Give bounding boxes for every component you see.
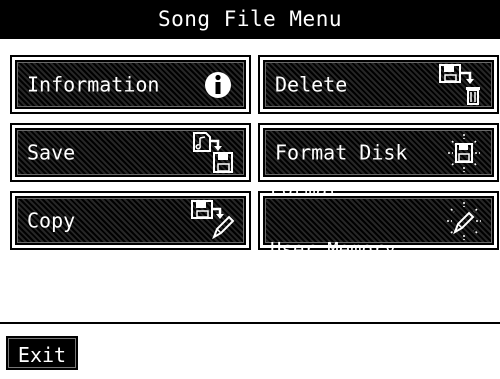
copy-label: Copy bbox=[27, 208, 76, 232]
format-user-memory-label: Format User Memory bbox=[270, 141, 396, 301]
information-button[interactable]: Information bbox=[10, 55, 251, 114]
delete-button-face: Delete bbox=[263, 60, 494, 109]
page-title: Song File Menu bbox=[157, 7, 342, 31]
format-user-memory-button-face: Format User Memory bbox=[263, 180, 494, 259]
format-user-memory-label-line1: Format bbox=[270, 178, 339, 201]
save-label: Save bbox=[27, 140, 76, 164]
copy-button[interactable]: Copy bbox=[10, 191, 251, 250]
format-memory-icon bbox=[447, 201, 481, 240]
format-user-memory-button[interactable]: Format User Memory bbox=[258, 180, 499, 259]
delete-file-icon bbox=[439, 63, 480, 105]
information-label: Information bbox=[27, 72, 160, 96]
format-user-memory-label-line2: User Memory bbox=[270, 238, 396, 261]
save-button[interactable]: Save bbox=[10, 123, 251, 182]
information-button-face: Information bbox=[15, 60, 246, 109]
copy-button-face: Copy bbox=[15, 196, 246, 245]
copy-file-icon bbox=[191, 199, 235, 239]
delete-label: Delete bbox=[275, 72, 348, 96]
save-button-face: Save bbox=[15, 128, 246, 177]
save-file-icon bbox=[193, 131, 233, 173]
delete-button[interactable]: Delete bbox=[258, 55, 499, 114]
format-disk-icon bbox=[448, 133, 480, 172]
song-file-menu-screen: Song File Menu Information Delete Save F… bbox=[0, 0, 500, 379]
exit-button[interactable]: Exit bbox=[6, 336, 78, 370]
info-icon bbox=[205, 71, 231, 98]
title-bar: Song File Menu bbox=[0, 0, 500, 39]
